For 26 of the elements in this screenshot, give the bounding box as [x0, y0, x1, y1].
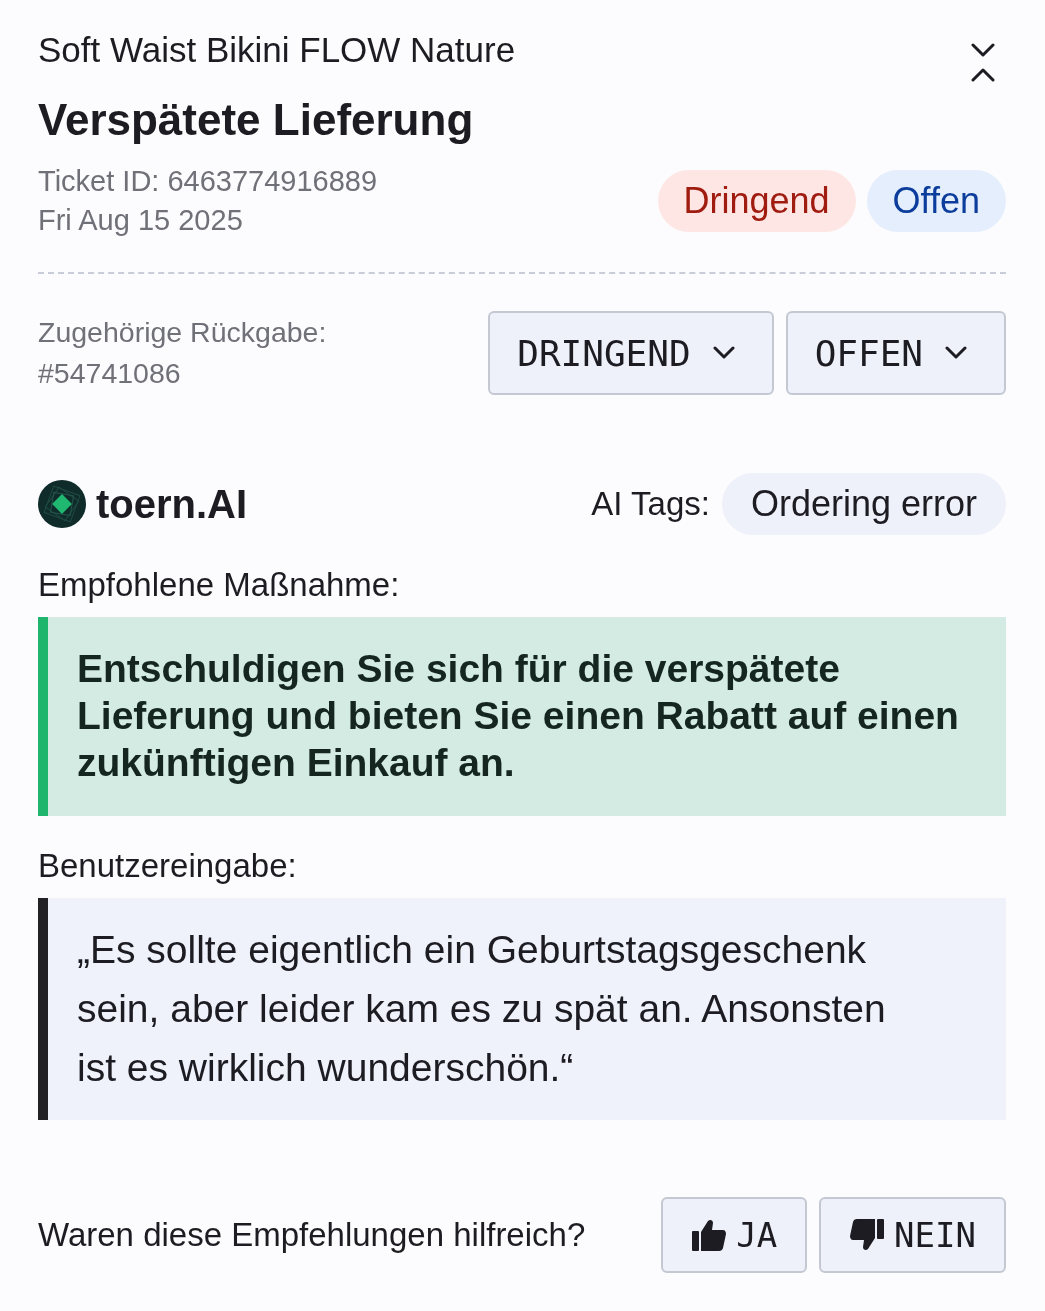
thumbs-down-icon: [850, 1219, 885, 1251]
yes-button[interactable]: JA: [661, 1197, 808, 1273]
related-return-number: #54741086: [38, 356, 182, 391]
priority-badge: Dringend: [657, 170, 856, 232]
user-input-quote: „Es sollte eigentlich ein Geburtstagsgeschenk sein, aber leider kam es zu spät an. Ansonsten ist es wirklich wunderschön.“: [38, 898, 1006, 1120]
feedback-question: Waren diese Empfehlungen hilfreich?: [38, 1216, 586, 1254]
no-button[interactable]: NEIN: [819, 1197, 1006, 1273]
related-return-label: Zugehörige Rückgabe:: [38, 315, 327, 350]
ai-tag: Ordering error: [721, 473, 1006, 535]
status-badge: Offen: [866, 170, 1006, 232]
ai-tags-label: AI Tags:: [591, 485, 710, 523]
dropdown[interactable]: DRINGEND: [488, 311, 774, 395]
recommendation-text: Entschuldigen Sie sich für die verspätete Lieferung und bieten Sie einen Rabatt auf einen zukünftigen Einkauf an.: [38, 617, 1006, 816]
dropdown[interactable]: OFFEN: [785, 311, 1006, 395]
product-name: Soft Waist Bikini FLOW Nature: [38, 30, 516, 70]
caret-icon: [712, 346, 735, 360]
user-input-label: Benutzereingabe:: [38, 846, 298, 886]
recommendation-label: Empfohlene Maßnahme:: [38, 565, 401, 605]
caret-icon: [945, 346, 967, 360]
ticket-title: Verspätete Lieferung: [38, 94, 475, 146]
ticket-id: Ticket ID: 6463774916889: [38, 164, 378, 199]
logo-icon: [38, 480, 86, 528]
ticket-date: Fri Aug 15 2025: [38, 203, 244, 238]
brand-name: toern.AI: [96, 481, 248, 527]
thumbs-up-icon: [692, 1219, 727, 1251]
collapse-icon[interactable]: [971, 42, 995, 82]
